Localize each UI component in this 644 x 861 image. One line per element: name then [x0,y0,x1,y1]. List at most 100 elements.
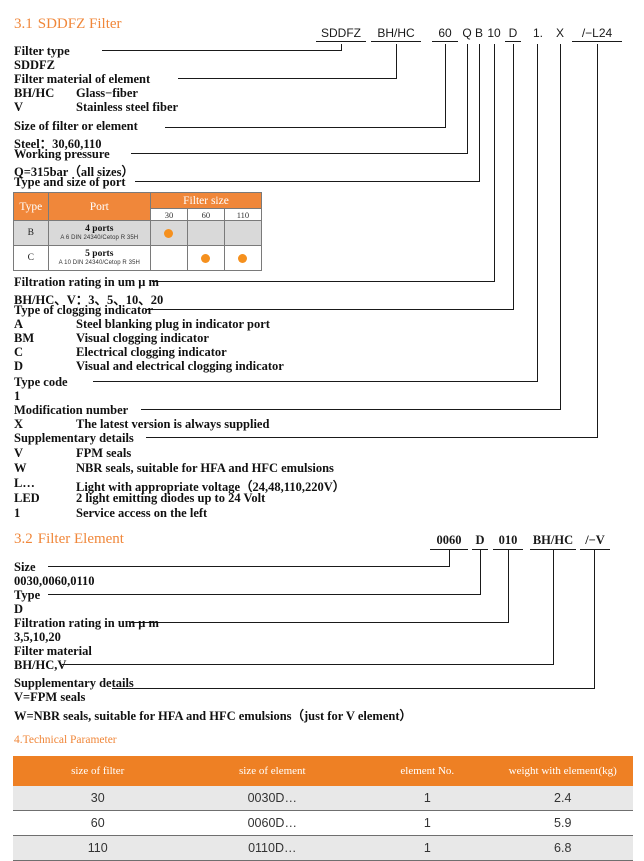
tech-r2-size-filter: 60 [13,810,183,836]
code-token-supplementary: /−L24 [572,26,622,42]
leader-h-modification [141,409,561,410]
port-subheader-30: 30 [150,208,188,221]
mark-dot-c-30 [164,254,173,263]
elem-value-type: D [14,602,24,616]
tech-header-element-no: element No. [362,756,493,786]
label-size: Size of filter or element [14,119,138,133]
mark-dot-c-60 [201,253,211,263]
tech-r3-size-element: 0110D… [182,835,363,861]
elem-value-material: BH/HC,V [14,658,67,672]
elem-label-material: Filter material [14,644,92,658]
code-c: C [14,345,24,359]
port-table-row-b: B 4 ports A 6 DIN 24340/Cetop R 35H [13,220,263,246]
label-port: Type and size of port [14,175,126,189]
elem-value-rating: 3,5,10,20 [14,630,61,644]
elem-value-size: 0030,0060,0110 [14,574,95,588]
desc-d: Visual and electrical clogging indicator [76,359,284,373]
port-header-port: Port [47,192,152,221]
code-supp-l: L… [14,476,35,490]
code-token-indicator: D [505,26,521,42]
elem-leader-v-rating [508,550,509,623]
leader-h-material [178,78,397,79]
tech-r1-size-element: 0030D… [182,786,363,811]
order-code-3-2: 0060 D 010 BH/HC /−V [0,533,644,551]
elem-leader-h-rating [131,622,509,623]
port-row-c-port-main: 5 ports [85,248,114,259]
desc-a: Steel blanking plug in indicator port [76,317,270,331]
port-row-b-port-main: 4 ports [85,223,114,234]
leader-h-rating [152,281,495,282]
tech-r3-weight: 6.8 [492,835,633,861]
elem-leader-v-size [449,550,450,567]
port-row-c-port-sub: A 10 DIN 24340/Cetop R 35H [58,259,140,266]
leader-v-type-code [537,44,538,382]
code-bhhc: BH/HC [14,86,55,100]
leader-v-supplementary [597,44,598,438]
port-row-b-port: 4 ports A 6 DIN 24340/Cetop R 35H [47,220,152,246]
elem-label-size: Size [14,560,36,574]
code-token-material: BH/HC [371,26,421,42]
port-row-b-mark-110 [223,220,263,246]
port-subheader-60: 60 [186,208,225,221]
code-x: X [14,417,24,431]
desc-supp-w: NBR seals, suitable for HFA and HFC emul… [76,461,334,475]
elem-label-rating: Filtration rating in um μ m [14,616,159,630]
code-d: D [14,359,24,373]
port-row-b-type: B [13,220,49,246]
leader-v-port [479,44,480,182]
order-code-3-1: SDDFZ BH/HC 60 Q B 10 D 1. X /−L24 [0,26,644,44]
port-row-c-mark-30 [150,245,188,271]
leader-v-size [445,44,446,128]
port-table: Type Port Filter size 30 60 110 B 4 port… [13,192,263,271]
desc-glass-fiber: Glass−fiber [76,86,138,100]
desc-stainless-fiber: Stainless steel fiber [76,100,179,114]
leader-h-pressure [131,153,468,154]
label-clogging-indicator: Type of clogging indicator [14,303,154,317]
port-table-header-row: Type Port Filter size [13,192,262,221]
leader-h-supplementary [146,437,598,438]
elem-leader-v-supplementary [594,550,595,689]
elem-leader-h-type [48,594,481,595]
leader-h-filter-type [102,50,342,51]
elem-value-supp-v: V=FPM seals [14,690,86,704]
label-supplementary: Supplementary details [14,431,134,445]
port-row-b-port-sub: A 6 DIN 24340/Cetop R 35H [60,234,139,241]
port-row-b-mark-60 [186,220,225,246]
code-token-type-code: 1. [532,26,543,40]
label-filter-type: Filter type [14,44,70,58]
tech-r1-weight: 2.4 [492,786,633,811]
elem-code-token-supplementary: /−V [580,533,610,550]
elem-leader-v-type [480,550,481,595]
port-row-b-mark-30 [150,220,188,246]
code-token-pressure: Q [462,26,472,40]
leader-v-modification [560,44,561,410]
value-type-code: 1 [14,389,21,403]
desc-bm: Visual clogging indicator [76,331,209,345]
elem-code-token-rating: 010 [493,533,523,550]
leader-v-pressure [467,44,468,154]
label-type-code: Type code [14,375,68,389]
tech-r2-size-element: 0060D… [182,810,363,836]
desc-supp-led: 2 light emitting diodes up to 24 Volt [76,491,266,505]
port-row-c-mark-60 [186,245,225,271]
code-supp-led: LED [14,491,40,505]
port-row-c-port: 5 ports A 10 DIN 24340/Cetop R 35H [47,245,152,271]
code-supp-v: V [14,446,24,460]
tech-r3-element-no: 1 [362,835,493,861]
label-filtration-rating: Filtration rating in um μ m [14,275,159,289]
tech-r1-size-filter: 30 [13,786,183,811]
mark-dot-b-30 [164,228,174,238]
label-modification: Modification number [14,403,129,417]
tech-table-row: 60 0060D… 1 5.9 [13,810,633,836]
elem-code-token-material: BH/HC [530,533,576,550]
leader-h-port [135,181,480,182]
port-row-c-mark-110 [223,245,263,271]
port-header-filter-size: Filter size [150,192,262,209]
port-table-row-c: C 5 ports A 10 DIN 24340/Cetop R 35H [13,245,263,271]
tech-r2-weight: 5.9 [492,810,633,836]
mark-dot-b-110 [238,229,247,238]
datasheet-page: 3.1 SDDFZ Filter SDDFZ BH/HC 60 Q B 10 D … [0,0,644,861]
tech-header-size-of-element: size of element [182,756,363,786]
desc-c: Electrical clogging indicator [76,345,227,359]
desc-supp-v: FPM seals [76,446,132,460]
